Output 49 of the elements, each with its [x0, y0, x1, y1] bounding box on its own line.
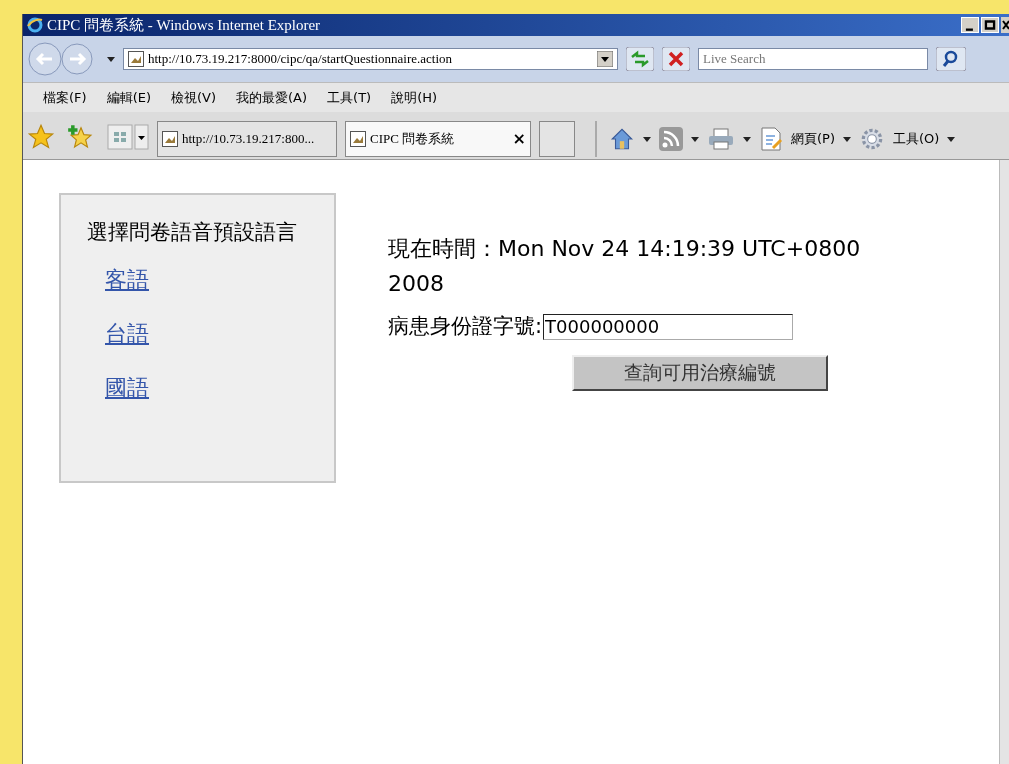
close-icon[interactable] [1001, 17, 1009, 33]
caret-icon [843, 136, 851, 142]
close-tab-icon[interactable]: × [512, 127, 526, 151]
dropdown-icon[interactable] [597, 51, 613, 67]
command-item[interactable]: 網頁(P) [791, 129, 835, 149]
language-link[interactable]: 台語 [105, 318, 149, 350]
stop-icon[interactable] [662, 47, 690, 71]
query-button[interactable]: 查詢可用治療編號 [572, 354, 828, 391]
language-link[interactable]: 客語 [105, 264, 149, 296]
add-favorite-icon[interactable] [67, 123, 95, 151]
printer-icon[interactable] [707, 127, 735, 151]
menu-item[interactable]: 檢視(V) [171, 87, 217, 108]
caret-icon [947, 136, 956, 142]
page-icon [350, 131, 366, 147]
patient-id-label: 病患身份證字號: [388, 313, 543, 340]
menu-item[interactable]: 編輯(E) [106, 87, 151, 108]
menu-item[interactable]: 檔案(F) [43, 87, 87, 108]
address-field[interactable]: http://10.73.19.217:8000/cipc/qa/startQuestionnaire.action [123, 48, 618, 70]
search-icon[interactable] [936, 47, 966, 71]
new-tab[interactable] [539, 121, 575, 157]
window-title: CIPC 問卷系統 - Windows Internet Explorer [47, 15, 321, 35]
caret-icon [691, 136, 699, 142]
current-time-text: 現在時間：Mon Nov 24 14:19:39 UTC+0800 2008 [388, 235, 862, 298]
menu-item[interactable]: 工具(T) [327, 87, 372, 108]
browser-icon [27, 17, 43, 33]
panel-title: 選擇問卷語音預設語言 [87, 219, 298, 246]
caret-icon [643, 136, 651, 142]
scrollbar[interactable] [999, 160, 1009, 764]
patient-id-field[interactable]: T000000000 [543, 313, 794, 340]
browser-tab[interactable]: CIPC 問卷系統 × [345, 121, 531, 157]
language-link[interactable]: 國語 [105, 372, 149, 404]
minimize-icon[interactable] [961, 17, 979, 33]
feed-icon[interactable] [659, 127, 683, 151]
caret-icon [107, 56, 115, 62]
search-field[interactable]: Live Search [698, 48, 928, 70]
page-menu-icon[interactable] [759, 126, 783, 152]
menu-item[interactable]: 說明(H) [391, 87, 438, 108]
quick-tabs-icon[interactable] [107, 124, 149, 150]
caret-icon [743, 136, 751, 142]
home-icon[interactable] [609, 126, 635, 152]
gear-icon[interactable] [859, 126, 885, 152]
page-icon [162, 131, 178, 147]
menu-item[interactable]: 我的最愛(A) [236, 87, 308, 108]
page-icon [128, 51, 144, 67]
maximize-icon[interactable] [981, 17, 999, 33]
star-icon[interactable] [27, 123, 55, 151]
browser-tab[interactable]: http://10.73.19.217:800... [157, 121, 337, 157]
command-item[interactable]: 工具(O) [893, 129, 940, 149]
refresh-icon[interactable] [626, 47, 654, 71]
